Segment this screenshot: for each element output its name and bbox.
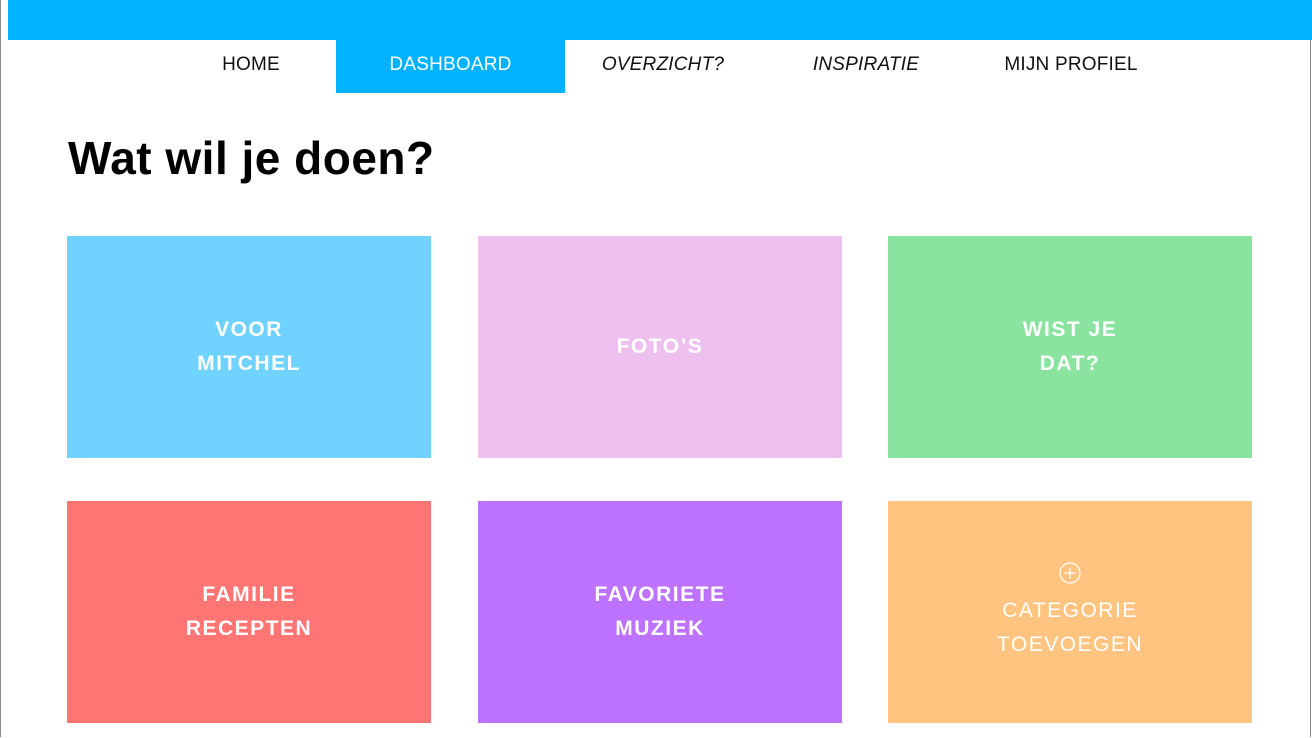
nav-item-mijn-profiel[interactable]: MIJN PROFIEL — [986, 40, 1156, 93]
tile-wist-je-dat[interactable]: WIST JE DAT? — [888, 236, 1252, 458]
top-bar — [8, 0, 1312, 40]
nav-item-inspiratie[interactable]: INSPIRATIE — [791, 40, 941, 93]
tile-label: WIST JE DAT? — [1022, 318, 1118, 375]
tile-label: FOTO’S — [616, 335, 704, 358]
nav-item-overzicht[interactable]: OVERZICHT? — [583, 40, 743, 93]
tile-label: VOOR MITCHEL — [197, 318, 301, 375]
nav-item-home[interactable]: HOME — [176, 40, 326, 93]
nav-item-dashboard[interactable]: DASHBOARD — [336, 40, 565, 93]
tile-favoriete-muziek[interactable]: FAVORIETE MUZIEK — [478, 501, 842, 723]
page-title: Wat wil je doen? — [68, 132, 435, 184]
app-window: HOME DASHBOARD OVERZICHT? INSPIRATIE MIJ… — [0, 0, 1312, 737]
tile-label: FAMILIE RECEPTEN — [185, 583, 313, 640]
tile-label: FAVORIETE MUZIEK — [594, 583, 726, 640]
tile-categorie-toevoegen[interactable]: CATEGORIE TOEVOEGEN — [888, 501, 1252, 723]
tile-fotos[interactable]: FOTO’S — [478, 236, 842, 458]
plus-circle-icon — [1059, 562, 1081, 584]
tile-label: CATEGORIE TOEVOEGEN — [996, 599, 1144, 656]
tile-voor-mitchel[interactable]: VOOR MITCHEL — [67, 236, 431, 458]
tile-familie-recepten[interactable]: FAMILIE RECEPTEN — [67, 501, 431, 723]
